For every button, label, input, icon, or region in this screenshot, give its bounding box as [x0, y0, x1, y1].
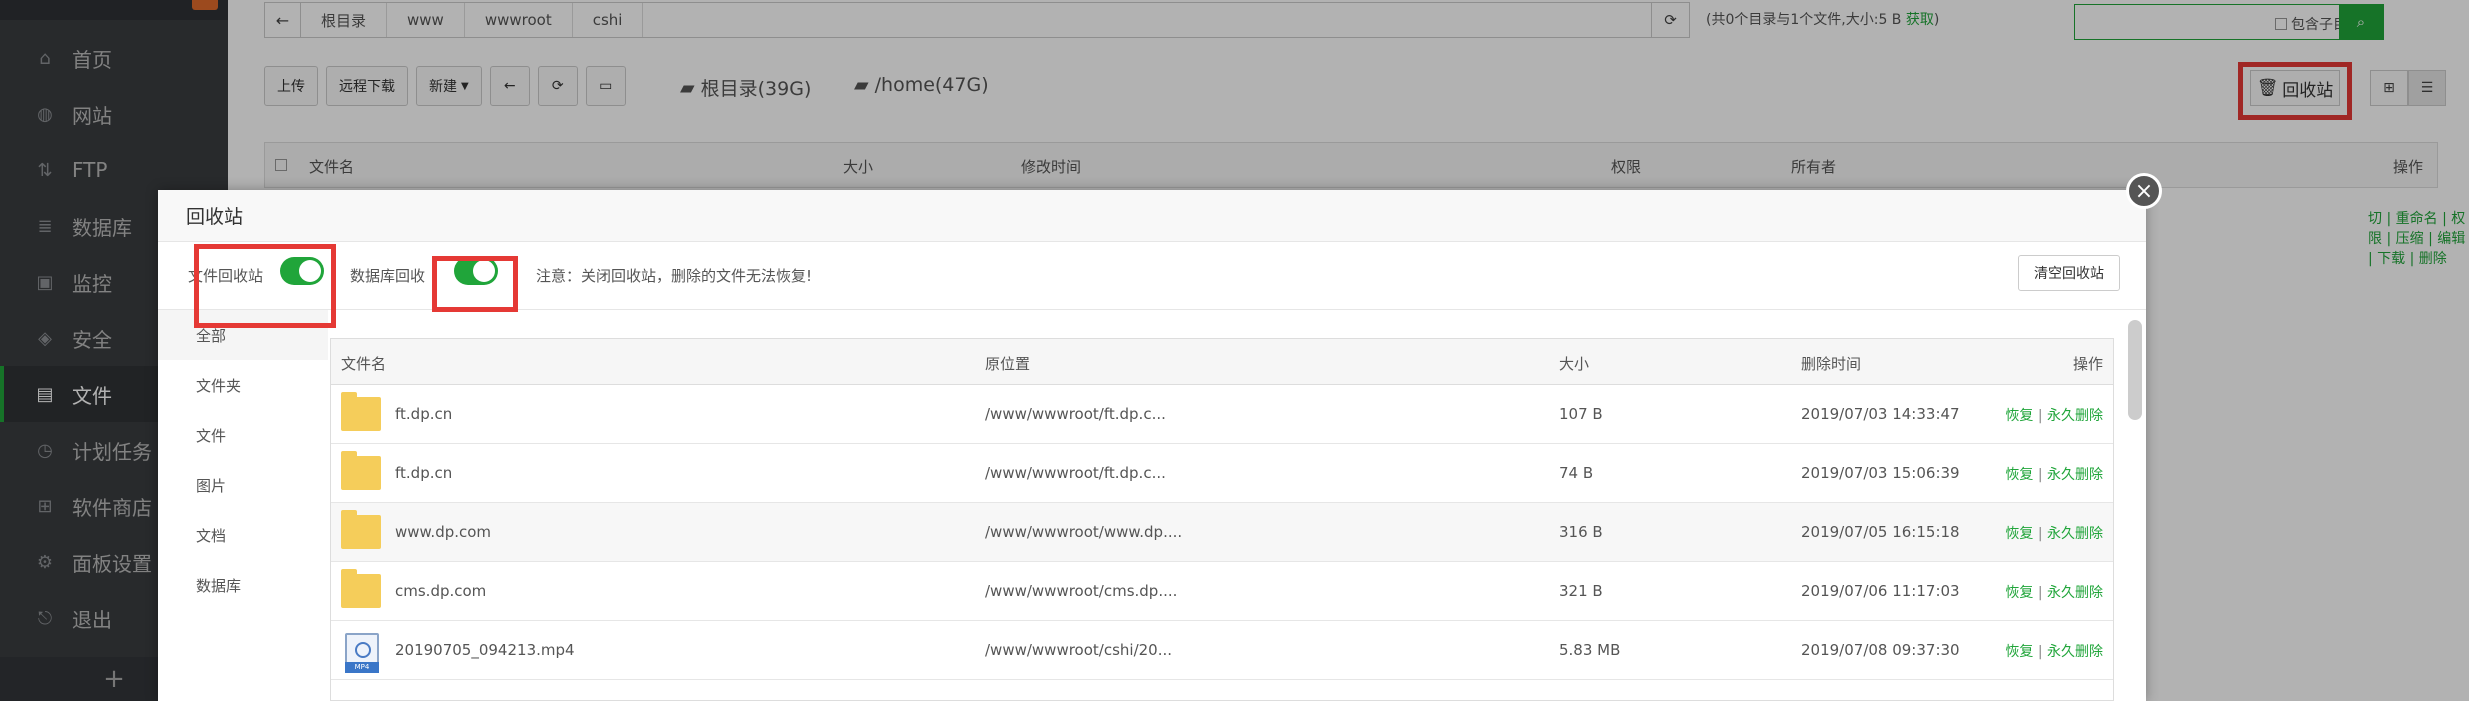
- highlight-file-recycle: [194, 244, 336, 328]
- table-row: ft.dp.cn /www/wwwroot/ft.dp.c... 107 B 2…: [331, 385, 2113, 444]
- recycle-list: 文件名 原位置 大小 删除时间 操作 ft.dp.cn /www/wwwroot…: [330, 338, 2114, 701]
- recycle-list-header: 文件名 原位置 大小 删除时间 操作: [331, 339, 2113, 385]
- delete-forever-link[interactable]: 永久删除: [2047, 644, 2103, 660]
- col-deleted: 删除时间: [1801, 355, 1862, 373]
- row-name: ft.dp.cn: [395, 405, 453, 423]
- delete-forever-link[interactable]: 永久删除: [2047, 526, 2103, 542]
- row-size: 316 B: [1559, 523, 1603, 541]
- row-deleted: 2019/07/08 09:37:30: [1801, 641, 1960, 659]
- row-actions: 恢复 | 永久删除: [2005, 408, 2103, 424]
- db-recycle-label: 数据库回收: [350, 267, 426, 285]
- row-origin: /www/wwwroot/cshi/20...: [985, 641, 1173, 659]
- row-name: ft.dp.cn: [395, 464, 453, 482]
- folder-icon: [341, 510, 381, 549]
- row-origin: /www/wwwroot/ft.dp.c...: [985, 405, 1166, 423]
- restore-link[interactable]: 恢复: [2005, 526, 2033, 542]
- row-actions: 恢复 | 永久删除: [2005, 585, 2103, 601]
- category-folder[interactable]: 文件夹: [158, 360, 328, 410]
- restore-link[interactable]: 恢复: [2005, 408, 2033, 424]
- restore-link[interactable]: 恢复: [2005, 585, 2033, 601]
- scrollbar[interactable]: [2128, 320, 2142, 420]
- table-row: MP4 20190705_094213.mp4 /www/wwwroot/csh…: [331, 621, 2113, 680]
- row-name: cms.dp.com: [395, 582, 487, 600]
- restore-link[interactable]: 恢复: [2005, 467, 2033, 483]
- table-row: ft.dp.cn /www/wwwroot/ft.dp.c... 74 B 20…: [331, 444, 2113, 503]
- delete-forever-link[interactable]: 永久删除: [2047, 467, 2103, 483]
- row-origin: /www/wwwroot/www.dp....: [985, 523, 1183, 541]
- row-name: 20190705_094213.mp4: [395, 641, 575, 659]
- folder-icon: [341, 451, 381, 490]
- row-actions: 恢复 | 永久删除: [2005, 467, 2103, 483]
- row-deleted: 2019/07/06 11:17:03: [1801, 582, 1960, 600]
- col-ops: 操作: [2072, 355, 2103, 373]
- row-size: 107 B: [1559, 405, 1603, 423]
- row-size: 74 B: [1559, 464, 1594, 482]
- category-document[interactable]: 文档: [158, 510, 328, 560]
- row-name: www.dp.com: [395, 523, 492, 541]
- row-size: 321 B: [1559, 582, 1603, 600]
- row-size: 5.83 MB: [1559, 641, 1621, 659]
- category-image[interactable]: 图片: [158, 460, 328, 510]
- category-list: 全部 文件夹 文件 图片 文档 数据库: [158, 310, 328, 701]
- row-origin: /www/wwwroot/ft.dp.c...: [985, 464, 1166, 482]
- row-deleted: 2019/07/05 16:15:18: [1801, 523, 1960, 541]
- close-icon[interactable]: ×: [2126, 173, 2162, 209]
- folder-icon: [341, 569, 381, 608]
- recycle-note: 注意：关闭回收站，删除的文件无法恢复!: [536, 267, 813, 285]
- row-origin: /www/wwwroot/cms.dp....: [985, 582, 1178, 600]
- folder-icon: [341, 392, 381, 431]
- clear-recycle-button[interactable]: 清空回收站: [2018, 255, 2120, 291]
- row-deleted: 2019/07/03 15:06:39: [1801, 464, 1960, 482]
- highlight-db-recycle: [432, 256, 518, 312]
- table-row: www.dp.com /www/wwwroot/www.dp.... 316 B…: [331, 503, 2113, 562]
- col-size: 大小: [1559, 355, 1590, 373]
- restore-link[interactable]: 恢复: [2005, 644, 2033, 660]
- row-actions: 恢复 | 永久删除: [2005, 644, 2103, 660]
- row-deleted: 2019/07/03 14:33:47: [1801, 405, 1960, 423]
- delete-forever-link[interactable]: 永久删除: [2047, 585, 2103, 601]
- row-actions: 恢复 | 永久删除: [2005, 526, 2103, 542]
- table-row: cms.dp.com /www/wwwroot/cms.dp.... 321 B…: [331, 562, 2113, 621]
- delete-forever-link[interactable]: 永久删除: [2047, 408, 2103, 424]
- col-origin: 原位置: [985, 355, 1031, 373]
- modal-title: 回收站: [158, 190, 2146, 242]
- col-name: 文件名: [341, 355, 387, 373]
- video-file-icon: MP4: [341, 633, 379, 673]
- category-file[interactable]: 文件: [158, 410, 328, 460]
- category-database[interactable]: 数据库: [158, 560, 328, 610]
